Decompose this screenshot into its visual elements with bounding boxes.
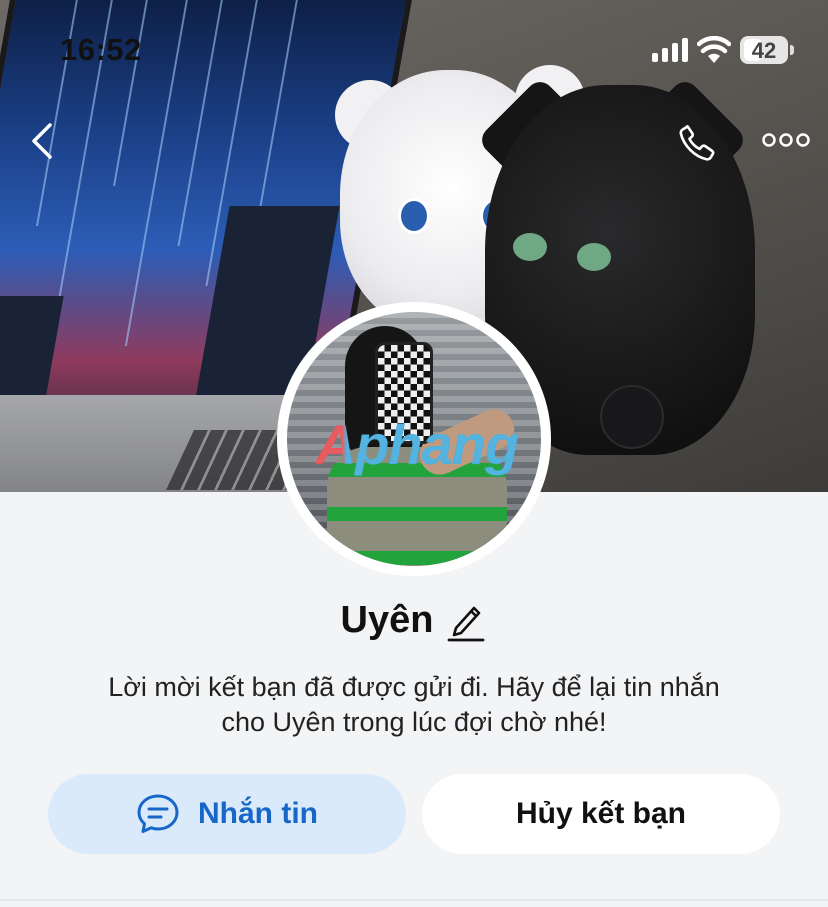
status-time: 16:52	[60, 32, 142, 67]
battery-percentage: 42	[751, 38, 777, 63]
chevron-left-icon	[32, 123, 52, 159]
friend-request-info: Lời mời kết bạn đã được gửi đi. Hãy để l…	[40, 670, 788, 740]
watermark-logo: Aphang	[292, 412, 542, 477]
unfriend-button[interactable]: Hủy kết bạn	[422, 774, 780, 854]
status-bar: 16:52 42	[0, 0, 828, 100]
back-button[interactable]	[20, 116, 64, 166]
info-line-1: Lời mời kết bạn đã được gửi đi. Hãy để l…	[108, 672, 720, 702]
chat-bubble-icon	[137, 794, 179, 833]
more-horizontal-icon	[762, 133, 810, 147]
profile-name: Uyên	[340, 598, 434, 641]
info-line-2: cho Uyên trong lúc đợi chờ nhé!	[221, 707, 607, 737]
message-button-label: Nhắn tin	[198, 797, 318, 830]
unfriend-button-label: Hủy kết bạn	[515, 797, 687, 830]
wifi-icon	[697, 36, 731, 63]
cellular-signal-icon	[652, 38, 688, 62]
message-button[interactable]: Nhắn tin	[48, 774, 406, 854]
pencil-icon[interactable]	[447, 598, 487, 642]
phone-icon	[679, 125, 715, 161]
divider	[0, 899, 828, 901]
more-options-button[interactable]	[756, 120, 816, 160]
profile-name-row: Uyên	[0, 592, 828, 648]
call-button[interactable]	[668, 114, 726, 172]
battery-icon: 42	[740, 36, 788, 64]
